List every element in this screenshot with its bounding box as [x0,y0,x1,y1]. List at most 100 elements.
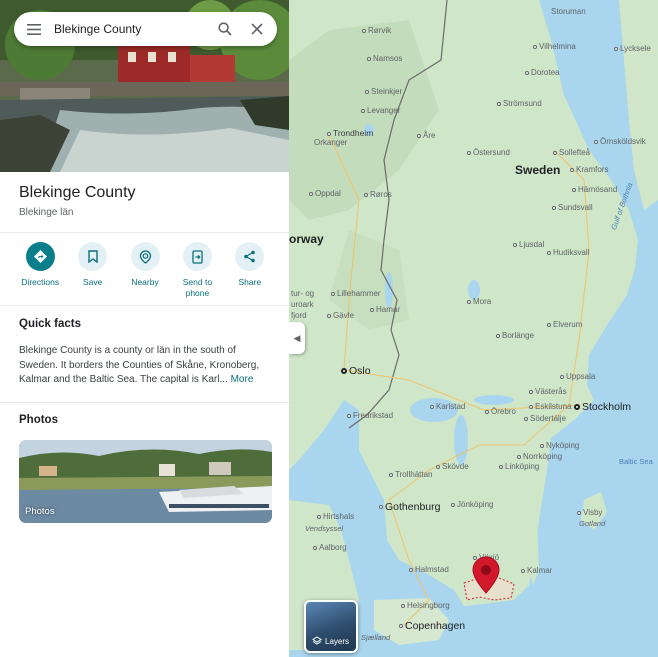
map-label-harnosand: Härnösand [572,185,617,195]
save-button[interactable]: Save [66,242,118,299]
map-label-solleftea: Sollefteå [553,148,590,158]
map-label-ornskoldsvik: Örnsköldsvik [594,137,646,147]
map-label-sweden: Sweden [515,163,561,177]
share-button[interactable]: Share [224,242,276,299]
map-label-ostersund: Östersund [467,148,510,158]
map-label-tur-og: uroark [291,300,314,309]
map-label-orebro: Örebro [485,407,516,417]
nearby-button[interactable]: Nearby [119,242,171,299]
menu-icon[interactable] [14,23,54,35]
map-label-namsos: Namsos [367,54,402,64]
map-label-oppdal: Oppdal [309,189,341,199]
map-label-gothenburg: Gothenburg [379,502,440,512]
map-label-trollhattan: Trollhättan [389,470,433,480]
directions-icon [25,242,55,271]
map-label-uroark: fjord [291,311,307,320]
directions-button[interactable]: Directions [14,242,66,299]
map-label-sundsvall: Sundsvall [552,203,593,213]
map-label-are: Åre [417,131,435,141]
map-label-aalborg: Aalborg [313,543,347,553]
map-label-roros: Røros [364,190,392,200]
map-label-vilhelmina: Vilhelmina [533,42,576,52]
harbor-photo-image [19,440,272,523]
map-label-trondheim: Trondheim [327,128,373,138]
action-bar: Directions Save Nearby Send to phone Sha… [14,242,276,299]
map-label-norrkoping: Norrköping [517,452,562,462]
nearby-label: Nearby [131,277,159,287]
quick-facts-heading: Quick facts [19,318,81,330]
map-label-vasteras: Västerås [529,387,567,397]
send-to-phone-label: Send to phone [182,277,213,298]
place-subtitle: Blekinge län [19,207,74,218]
map-canvas[interactable]: Storuman Rørvik Vilhelmina Lycksele Nams… [289,0,658,657]
map-label-helsingborg: Helsingborg [401,601,450,611]
photos-heading: Photos [19,414,58,426]
map-label-linkoping: Linköping [499,462,539,472]
map-label-elverum: Hamar [370,305,400,315]
map-label-nykoping: Nyköping [540,441,579,451]
layers-icon [312,636,322,645]
map-label-ljusdal: Ljusdal [513,240,544,250]
map-label-lillehammer: Lillehammer [331,289,381,299]
map-label-levanger: Levanger [361,106,400,116]
map-label-vendsyssel: Vendsyssel [305,524,344,533]
map-label-hirtshals: Hirtshals [317,512,354,522]
location-pin-icon[interactable] [472,556,500,599]
chevron-left-icon: ◀ [293,332,301,343]
map-label-lycksele: Lycksele [614,44,651,54]
map-label-gotland: Gotland [579,519,606,528]
more-link[interactable]: More [231,374,254,385]
hero-photo[interactable] [0,0,289,172]
map-label-orkanger: Orkanger [314,138,348,147]
bookmark-icon [78,242,108,271]
map-label-norway: orway [289,232,324,246]
map-label-skovde: Skövde [436,462,469,472]
layers-label: Layers [325,636,350,646]
map-label-visby: Visby [577,508,602,518]
divider [0,402,289,403]
map-label-kalmar: Kalmar [521,566,552,576]
map-label-sjaelland: Sjælland [361,633,391,642]
nearby-icon [130,242,160,271]
map-label-copenhagen: Copenhagen [399,621,465,631]
close-icon[interactable] [241,13,273,45]
map-label-mora: Mora [467,297,491,307]
map-label-karlstad: Karlstad [430,402,465,412]
map-label-borlange: Borlänge [496,331,534,341]
map-label-halmstad: Halmstad [409,565,449,575]
map-label-eskilstuna: Eskilstuna [529,402,571,412]
place-title: Blekinge County [19,184,136,201]
photos-label: Photos [25,506,55,517]
divider [0,232,289,233]
map-label-oslo: Oslo [341,366,371,376]
search-icon[interactable] [209,13,241,45]
map-label-dre: tur- og [291,289,315,298]
map-label-fredrikstad: Fredrikstad [347,411,393,421]
layers-button[interactable]: Layers [304,600,358,653]
map-label-dorotea: Dorotea [525,68,559,78]
map-label-gavle: Elverum [547,320,582,330]
send-to-phone-button[interactable]: Send to phone [171,242,223,299]
map-label-hamar: Gävle [327,311,354,321]
collapse-panel-button[interactable]: ◀ [289,322,305,354]
map-label-stromsund: Strömsund [497,99,542,109]
map-label-stockholm: Stockholm [574,402,631,412]
map-label-hudiksvall: Hudiksvall [547,248,589,258]
share-icon [235,242,265,271]
place-panel: Blekinge County Blekinge län Directions … [0,0,289,657]
search-box[interactable] [14,12,277,46]
directions-label: Directions [21,277,60,287]
map-label-baltic-sea: Baltic Sea [619,457,653,466]
share-label: Share [238,277,262,287]
search-input[interactable] [54,22,204,36]
map-label-jonkoping: Jönköping [451,500,493,510]
map-label-storuman: Storuman [551,7,586,16]
map-label-kramfors: Kramfors [570,165,608,175]
send-to-phone-icon [182,242,212,271]
map-label-sodertalje: Södertälje [524,414,566,424]
map-label-steinkjer: Steinkjer [365,87,402,97]
divider [0,305,289,306]
save-label: Save [82,277,103,287]
map-label-rorvik: Rørvik [362,26,391,36]
photos-thumbnail[interactable]: Photos [19,440,272,523]
